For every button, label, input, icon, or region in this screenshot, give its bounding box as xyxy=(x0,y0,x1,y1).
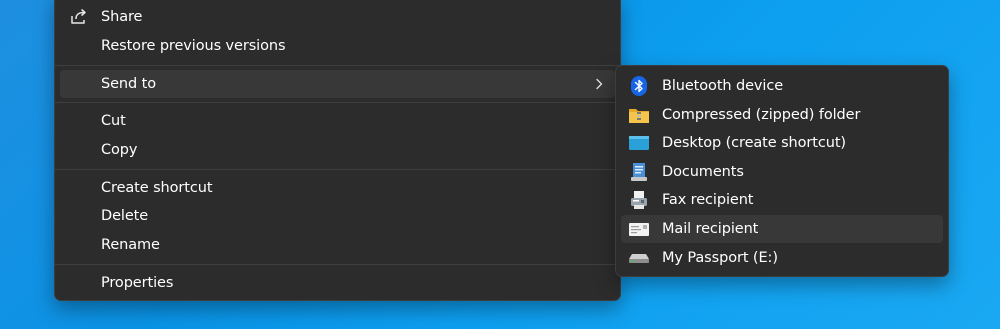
submenu-item-label: Fax recipient xyxy=(662,192,754,208)
submenu-item-label: Desktop (create shortcut) xyxy=(662,135,846,151)
submenu-item-label: My Passport (E:) xyxy=(662,250,778,266)
submenu-item-compressed-folder[interactable]: Compressed (zipped) folder xyxy=(621,101,943,129)
menu-separator xyxy=(55,169,620,170)
menu-item-create-shortcut[interactable]: Create shortcut xyxy=(60,174,615,202)
mail-icon xyxy=(628,218,650,240)
share-icon xyxy=(68,6,90,28)
submenu-item-mail-recipient[interactable]: Mail recipient xyxy=(621,215,943,243)
menu-item-restore-previous-versions[interactable]: Restore previous versions xyxy=(60,32,615,60)
chevron-right-icon xyxy=(593,77,605,91)
submenu-item-documents[interactable]: Documents xyxy=(621,158,943,186)
menu-item-cut[interactable]: Cut xyxy=(60,107,615,135)
submenu-item-label: Mail recipient xyxy=(662,221,759,237)
menu-item-label: Rename xyxy=(101,237,160,253)
drive-icon xyxy=(628,247,650,269)
menu-item-label: Send to xyxy=(101,76,156,92)
menu-item-label: Delete xyxy=(101,208,149,224)
menu-separator xyxy=(55,264,620,265)
documents-icon xyxy=(628,161,650,183)
send-to-submenu: Bluetooth device Compressed (zipped) fol… xyxy=(615,65,949,277)
menu-item-delete[interactable]: Delete xyxy=(60,202,615,230)
menu-item-label: Copy xyxy=(101,142,138,158)
submenu-item-bluetooth-device[interactable]: Bluetooth device xyxy=(621,72,943,100)
context-menu: Share Restore previous versions Send to … xyxy=(54,0,621,301)
desktop-background: Share Restore previous versions Send to … xyxy=(0,0,1000,329)
fax-icon xyxy=(628,189,650,211)
menu-item-label: Properties xyxy=(101,275,174,291)
menu-item-rename[interactable]: Rename xyxy=(60,231,615,259)
submenu-item-desktop-shortcut[interactable]: Desktop (create shortcut) xyxy=(621,129,943,157)
bluetooth-icon xyxy=(628,75,650,97)
menu-item-copy[interactable]: Copy xyxy=(60,136,615,164)
menu-item-share[interactable]: Share xyxy=(60,3,615,31)
menu-item-label: Create shortcut xyxy=(101,180,213,196)
submenu-item-fax-recipient[interactable]: Fax recipient xyxy=(621,186,943,214)
submenu-item-my-passport[interactable]: My Passport (E:) xyxy=(621,244,943,272)
submenu-item-label: Compressed (zipped) folder xyxy=(662,107,861,123)
menu-separator xyxy=(55,65,620,66)
submenu-item-label: Bluetooth device xyxy=(662,78,784,94)
zip-folder-icon xyxy=(628,104,650,126)
menu-item-label: Restore previous versions xyxy=(101,38,286,54)
menu-item-properties[interactable]: Properties xyxy=(60,269,615,297)
menu-item-send-to[interactable]: Send to xyxy=(60,70,615,98)
submenu-item-label: Documents xyxy=(662,164,744,180)
menu-separator xyxy=(55,102,620,103)
menu-item-label: Share xyxy=(101,9,143,25)
desktop-icon xyxy=(628,132,650,154)
menu-item-label: Cut xyxy=(101,113,126,129)
